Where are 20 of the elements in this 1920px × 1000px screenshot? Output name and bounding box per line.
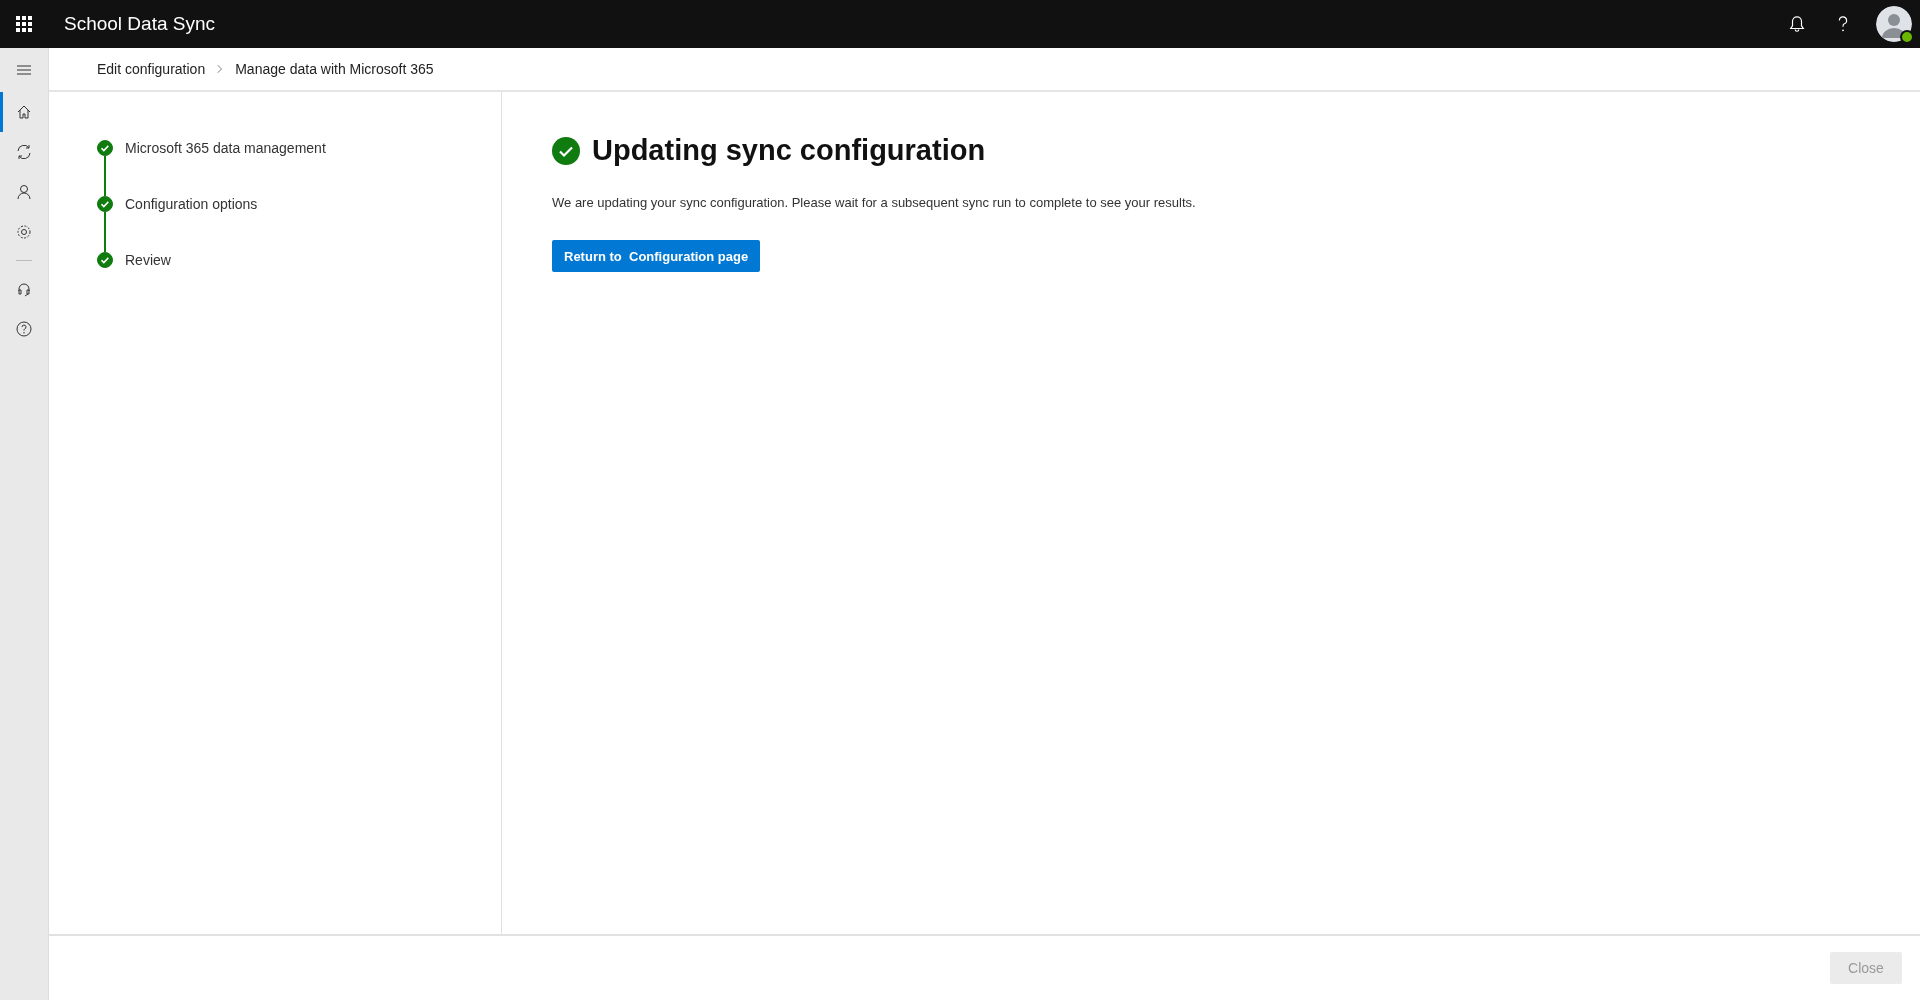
app-launcher-icon[interactable] xyxy=(16,16,32,32)
return-button[interactable]: Return to Configuration page xyxy=(552,240,761,272)
settings-icon xyxy=(16,224,32,240)
notification-bell-icon[interactable] xyxy=(1788,15,1806,33)
step-label: Review xyxy=(125,252,171,268)
sync-icon xyxy=(16,144,32,160)
chevron-icon xyxy=(217,64,224,74)
status-message: We are updating your sync configuration. Please wait for a subsequent sync run to complete to see your results. xyxy=(552,195,1197,210)
breadcrumb-link[interactable]: Edit configuration xyxy=(97,61,206,77)
help-icon xyxy=(16,321,32,337)
step-label: Configuration options xyxy=(125,196,258,214)
app-title: School Data Sync xyxy=(64,13,216,35)
menu-icon[interactable] xyxy=(16,62,32,78)
step-label: Microsoft 365 data management xyxy=(125,140,326,158)
user-avatar[interactable] xyxy=(1876,6,1912,42)
person-icon xyxy=(16,184,32,200)
home-icon xyxy=(16,104,32,120)
page-title: Updating sync configuration xyxy=(592,134,986,167)
breadcrumb-link[interactable]: Manage data with Microsoft 365 xyxy=(235,61,434,77)
headset-icon xyxy=(16,281,32,297)
